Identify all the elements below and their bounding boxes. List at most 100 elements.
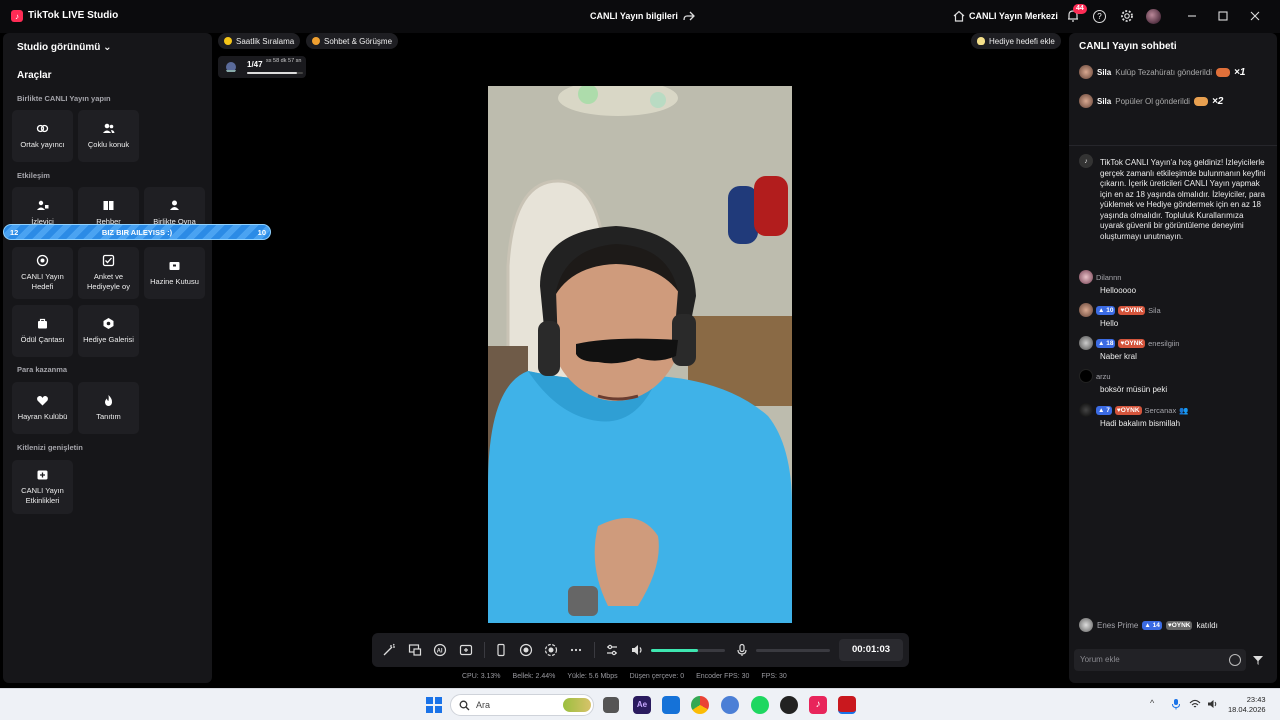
chat-call-pill[interactable]: Sohbet & Görüşme (306, 33, 399, 49)
tool-live-events[interactable]: CANLI Yayın Etkinlikleri (12, 460, 73, 514)
dropped-value: 0 (680, 673, 685, 680)
tool-treasure[interactable]: Hazine Kutusu (144, 247, 205, 299)
avatar[interactable] (1079, 403, 1093, 417)
rank-widget[interactable]: 1/47 ss 58 dk 57 sn (218, 56, 306, 78)
tool-co-host[interactable]: Ortak yayıncı (12, 110, 73, 162)
task-view-icon[interactable] (603, 697, 619, 713)
gift-user[interactable]: Sila (1097, 68, 1111, 77)
link-icon (36, 124, 49, 133)
bag-icon (38, 318, 47, 329)
avatar[interactable] (1079, 270, 1093, 284)
volume-icon[interactable] (1207, 698, 1219, 710)
gift-action: Popüler Ol gönderildi (1115, 96, 1190, 106)
live-info-title[interactable]: CANLI Yayın bilgileri (590, 11, 678, 21)
clock-time: 23:43 (1246, 695, 1266, 704)
phone-icon[interactable] (494, 643, 508, 657)
more-icon[interactable] (569, 643, 583, 657)
capture-icon[interactable] (544, 643, 558, 657)
heart-icon (37, 395, 48, 406)
layout-icon[interactable] (408, 643, 422, 657)
avatar[interactable] (1079, 65, 1093, 79)
book-icon (103, 201, 114, 210)
tool-promo[interactable]: Tanıtım (78, 382, 139, 434)
join-user[interactable]: Enes Prime (1097, 621, 1138, 630)
tool-reward-bag[interactable]: Ödül Çantası (12, 305, 73, 357)
add-source-icon[interactable] (459, 643, 473, 657)
chevron-up-icon[interactable]: ^ (1150, 698, 1162, 710)
avatar[interactable] (1079, 94, 1093, 108)
message-text: Naber kral (1100, 352, 1137, 361)
tool-live-goal[interactable]: CANLI Yayın Hedefi (12, 247, 73, 299)
message-user[interactable]: enesilgiin (1148, 339, 1179, 348)
join-notification: Enes Prime ▲ 14 ♥OYNK katıldı (1079, 618, 1218, 632)
comment-input[interactable]: Yorum ekle (1074, 649, 1246, 671)
maximize-icon[interactable] (1216, 9, 1230, 23)
separator (484, 642, 485, 658)
message-user[interactable]: Sila (1148, 306, 1161, 315)
emoji-icon[interactable] (1229, 654, 1241, 666)
speaker-icon[interactable] (630, 643, 644, 657)
tool-multi-guest[interactable]: Çoklu konuk (78, 110, 139, 162)
mixer-icon[interactable] (605, 643, 619, 657)
message-user[interactable]: Dilannn (1096, 273, 1121, 282)
studio-view-dropdown[interactable]: Studio görünümü ⌄ (17, 42, 112, 53)
message-user[interactable]: Sercanax (1145, 406, 1177, 415)
live-timer: 00:01:03 (839, 639, 903, 661)
app-icon[interactable] (721, 696, 739, 714)
tool-label: Hazine Kutusu (150, 277, 199, 286)
level-value: 18 (1106, 339, 1114, 347)
after-effects-icon[interactable]: Ae (633, 696, 651, 714)
hourly-ranking-pill[interactable]: Saatlik Sıralama (218, 33, 301, 49)
magic-wand-icon[interactable] (382, 643, 396, 657)
send-icon[interactable] (1252, 654, 1264, 666)
share-icon[interactable] (683, 10, 695, 22)
tool-fan-club[interactable]: Hayran Kulübü (12, 382, 73, 434)
help-icon[interactable]: ? (1093, 10, 1106, 23)
users-icon (103, 123, 115, 133)
outlook-icon[interactable] (662, 696, 680, 714)
fan-name: OYNK (1171, 621, 1191, 629)
taskbar-search[interactable]: Ara (450, 694, 594, 716)
tool-label: Ödül Çantası (20, 335, 65, 344)
tool-poll[interactable]: Anket ve Hediyeyle oy (78, 247, 139, 299)
gift-user[interactable]: Sila (1097, 97, 1111, 106)
tiktok-live-studio-icon[interactable] (838, 696, 856, 714)
live-center-link[interactable]: CANLI Yayın Merkezi (969, 11, 1058, 21)
avatar[interactable] (1079, 369, 1093, 383)
volume-slider[interactable] (651, 649, 725, 652)
mic-slider[interactable] (756, 649, 830, 652)
home-icon[interactable] (953, 10, 965, 22)
fan-name: OYNK (1120, 406, 1140, 414)
avatar[interactable] (1079, 303, 1093, 317)
microphone-icon[interactable] (1170, 698, 1182, 710)
avatar[interactable] (1079, 336, 1093, 350)
gift-notification: Sila Kulüp Tezahüratı gönderildi ×1 (1079, 64, 1245, 80)
chat-message: Dilannn Hellooooo (1079, 270, 1269, 297)
ai-icon[interactable]: AI (433, 643, 447, 657)
tool-gift-gallery[interactable]: Hediye Galerisi (78, 305, 139, 357)
chrome-icon[interactable] (691, 696, 709, 714)
wifi-icon[interactable] (1189, 698, 1201, 710)
avatar[interactable] (1079, 618, 1093, 632)
minimize-icon[interactable] (1185, 9, 1199, 23)
record-icon[interactable] (519, 643, 533, 657)
welcome-text: TikTok CANLI Yayın'a hoş geldiniz! İzley… (1100, 158, 1266, 241)
gift-goal-pill[interactable]: Hediye hedefi ekle (971, 33, 1061, 49)
encoder-value: 30 (741, 673, 750, 680)
camera-preview (488, 86, 792, 623)
upload-label: Yükle: (567, 673, 587, 680)
tiktok-icon[interactable]: ♪ (809, 696, 827, 714)
gear-icon[interactable] (1120, 9, 1134, 23)
fan-badge: ♥OYNK (1114, 405, 1142, 415)
section-monetize: Para kazanma (17, 365, 68, 374)
spotify-icon[interactable] (751, 696, 769, 714)
close-icon[interactable] (1248, 9, 1262, 23)
fan-badge: ♥OYNK (1118, 338, 1146, 348)
windows-start-icon[interactable] (426, 697, 442, 713)
microphone-icon[interactable] (735, 643, 749, 657)
taskbar-clock[interactable]: 23:43 18.04.2026 (1228, 695, 1266, 715)
steam-icon[interactable] (780, 696, 798, 714)
message-user[interactable]: arzu (1096, 372, 1111, 381)
profile-avatar[interactable] (1146, 9, 1161, 24)
treasure-icon (169, 262, 180, 270)
